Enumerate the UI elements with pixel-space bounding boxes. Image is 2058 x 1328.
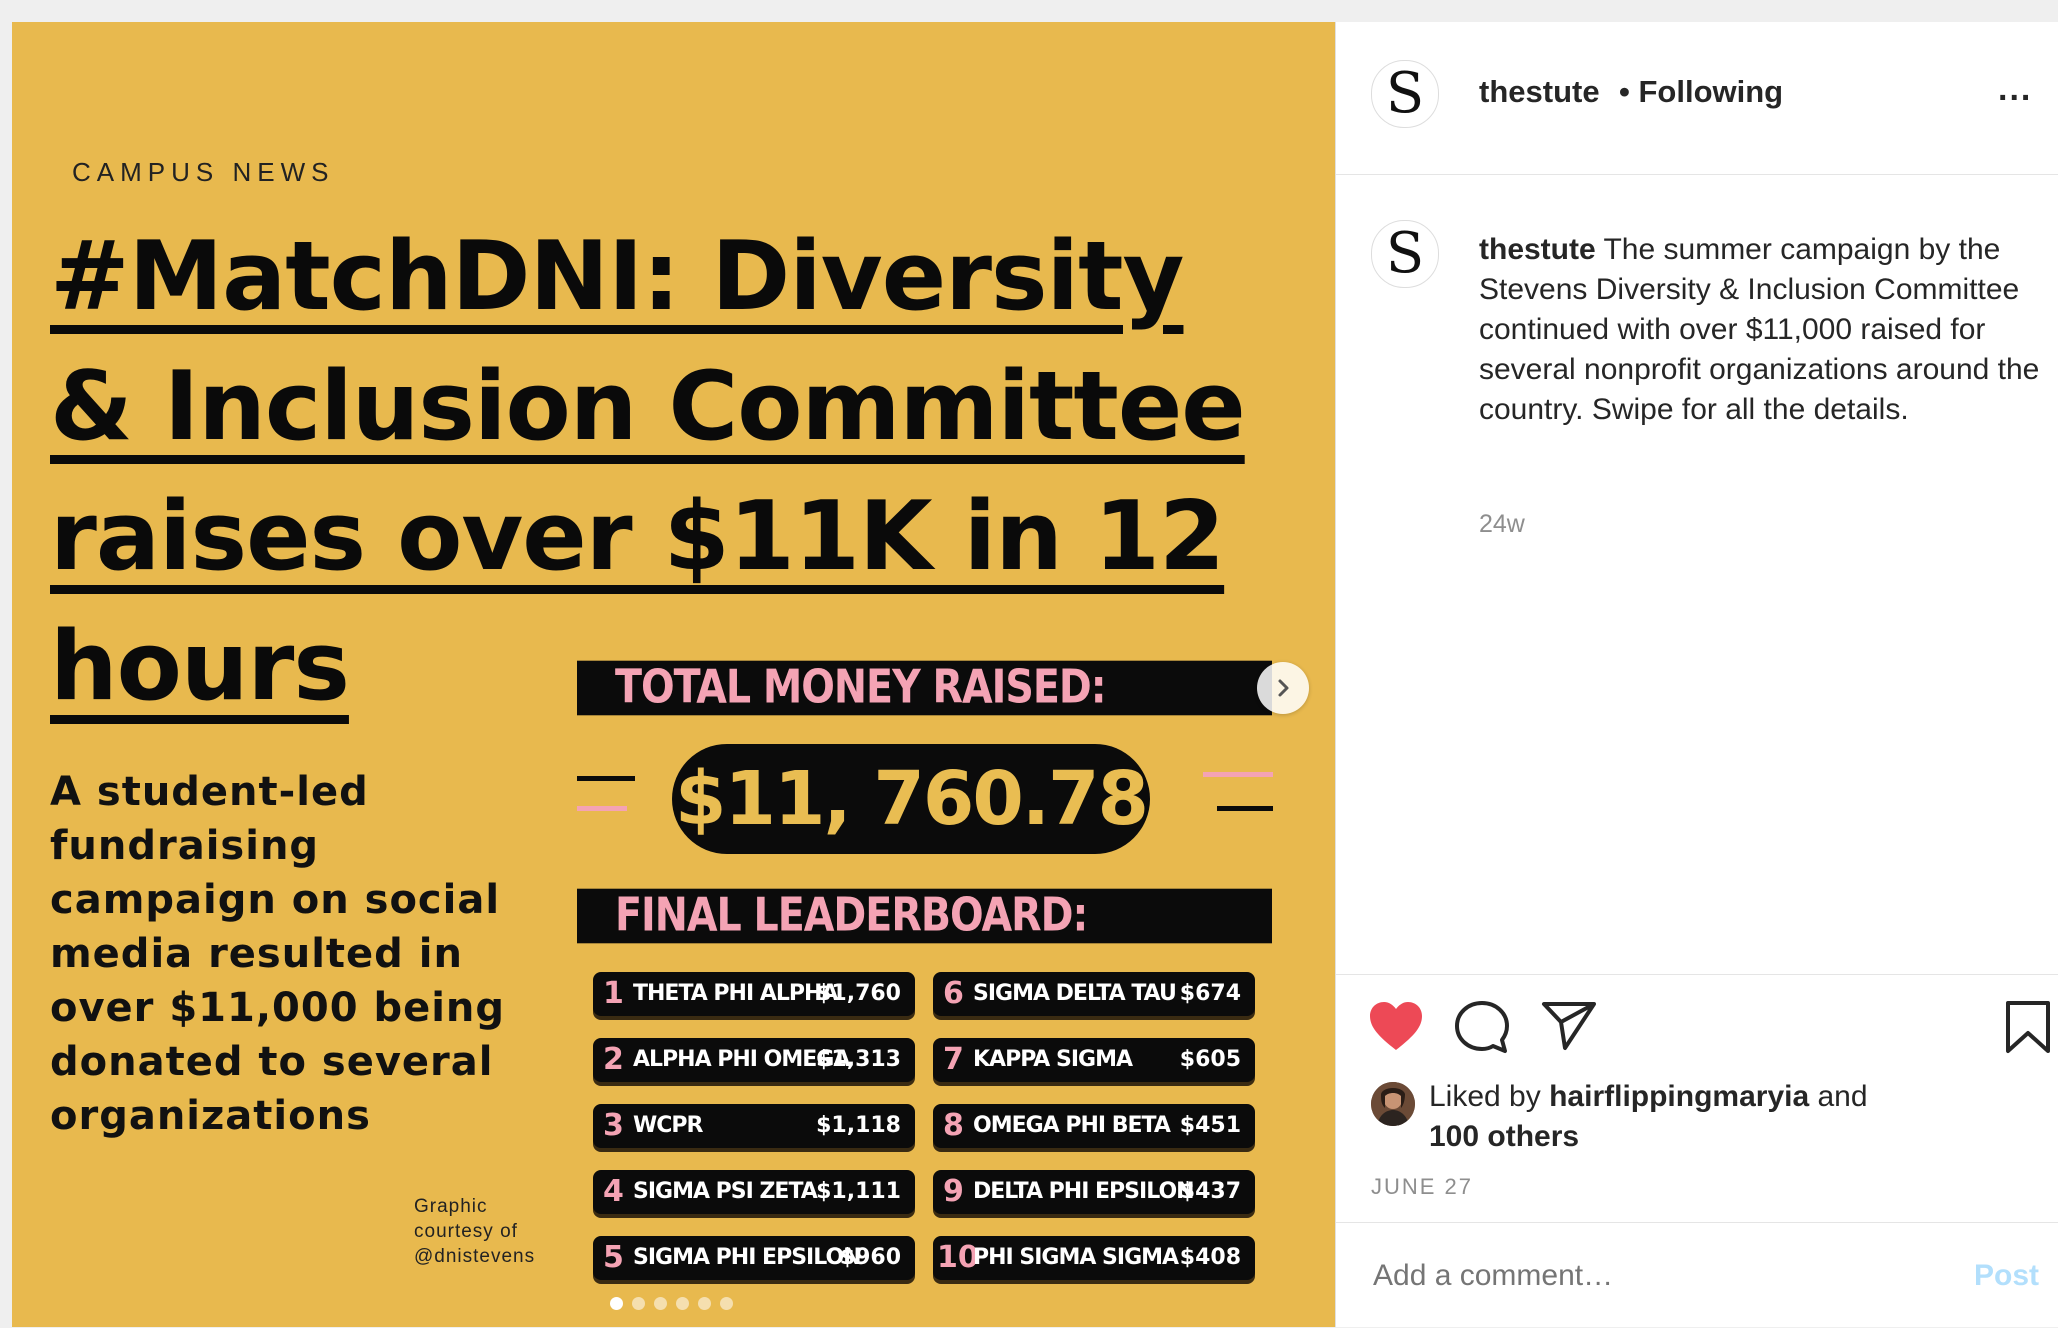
post-sidebar: S thestute • Following ... S thestute Th… [1335, 22, 2058, 1327]
leaderboard-row: 1 THETA PHI ALPHA $1,760 [593, 972, 915, 1016]
carousel-dot [610, 1297, 623, 1310]
rank-amount: $437 [1179, 1179, 1241, 1204]
rank-amount: $408 [1179, 1245, 1241, 1270]
carousel-dot [698, 1297, 711, 1310]
carousel-dot [654, 1297, 667, 1310]
comment-icon[interactable] [1454, 1000, 1510, 1054]
rank-amount: $451 [1179, 1113, 1241, 1138]
leaderboard-row: 10 PHI SIGMA SIGMA $408 [933, 1236, 1255, 1280]
post-header: S thestute • Following ... [1336, 22, 2058, 175]
rank-number: 8 [943, 1108, 964, 1143]
leaderboard-graphic: TOTAL MONEY RAISED: $11, 760.78 FINAL LE… [577, 632, 1273, 1292]
rank-amount: $960 [839, 1245, 901, 1270]
more-options-button[interactable]: ... [1998, 70, 2032, 109]
total-block: $11, 760.78 [577, 736, 1273, 856]
rank-name: SIGMA PSI ZETA [633, 1179, 818, 1204]
leaderboard-row: 6 SIGMA DELTA TAU $674 [933, 972, 1255, 1016]
leaderboard-label: FINAL LEADERBOARD: [577, 888, 1272, 944]
dash-decor [1217, 806, 1273, 811]
rank-name: OMEGA PHI BETA [973, 1113, 1171, 1138]
liked-by: Liked by hairflippingmaryia and 100 other… [1429, 1077, 2029, 1157]
carousel-dot [676, 1297, 689, 1310]
dash-decor [1203, 772, 1273, 777]
leaderboard-row: 3 WCPR $1,118 [593, 1104, 915, 1148]
leaderboard-row: 2 ALPHA PHI OMEGA $1,313 [593, 1038, 915, 1082]
header-username[interactable]: thestute [1479, 74, 1600, 110]
rank-name: PHI SIGMA SIGMA [973, 1245, 1179, 1270]
dash-decor [577, 806, 627, 811]
follow-status[interactable]: • Following [1619, 74, 1783, 110]
rank-number: 6 [943, 976, 964, 1011]
total-label: TOTAL MONEY RAISED: [577, 660, 1272, 716]
rank-name: THETA PHI ALPHA [633, 981, 838, 1006]
caption-avatar[interactable]: S [1371, 220, 1439, 288]
leaderboard-row: 4 SIGMA PSI ZETA $1,111 [593, 1170, 915, 1214]
graphic-credit: Graphic courtesy of @dnistevens [414, 1196, 536, 1267]
leaderboard-row: 7 KAPPA SIGMA $605 [933, 1038, 1255, 1082]
rank-name: SIGMA DELTA TAU [973, 981, 1177, 1006]
liked-prefix: Liked by [1429, 1080, 1541, 1113]
rank-name: WCPR [633, 1113, 703, 1138]
rank-name: KAPPA SIGMA [973, 1047, 1133, 1072]
liked-user[interactable]: hairflippingmaryia [1549, 1080, 1809, 1113]
liker-avatar[interactable] [1371, 1082, 1415, 1126]
rank-number: 3 [603, 1108, 624, 1143]
rank-amount: $674 [1179, 981, 1241, 1006]
rank-amount: $1,118 [816, 1113, 901, 1138]
liked-others[interactable]: 100 others [1429, 1120, 1579, 1153]
separator-dot: • [1619, 74, 1630, 109]
rank-number: 5 [603, 1240, 624, 1275]
rank-amount: $1,760 [816, 981, 901, 1006]
chevron-right-icon [1278, 679, 1289, 697]
kicker-label: CAMPUS NEWS [72, 157, 335, 187]
rank-number: 2 [603, 1042, 624, 1077]
post-comment-button[interactable]: Post [1974, 1259, 2039, 1293]
post-media[interactable]: CAMPUS NEWS #MatchDNI: Diversity & Inclu… [12, 22, 1335, 1327]
rank-number: 9 [943, 1174, 964, 1209]
comment-bar: Post [1336, 1222, 2058, 1328]
browser-top-strip [0, 0, 2058, 22]
post-date[interactable]: JUNE 27 [1371, 1174, 1473, 1200]
media-subtext: A student-led fundraising campaign on so… [50, 769, 506, 1139]
profile-avatar[interactable]: S [1371, 60, 1439, 128]
rank-name: SIGMA PHI EPSILON [633, 1245, 862, 1270]
carousel-next-button[interactable] [1257, 662, 1309, 714]
total-value: $11, 760.78 [672, 744, 1150, 854]
rank-amount: $1,111 [816, 1179, 901, 1204]
caption-age[interactable]: 24w [1479, 510, 1525, 539]
dash-decor [577, 776, 635, 781]
rank-amount: $1,313 [816, 1047, 901, 1072]
avatar-photo-icon [1371, 1082, 1415, 1126]
carousel-dot [632, 1297, 645, 1310]
leaderboard-row: 5 SIGMA PHI EPSILON $960 [593, 1236, 915, 1280]
comment-input[interactable] [1371, 1258, 1935, 1294]
rank-number: 4 [603, 1174, 624, 1209]
following-label: Following [1638, 74, 1784, 109]
leaderboard-row: 8 OMEGA PHI BETA $451 [933, 1104, 1255, 1148]
rank-number: 7 [943, 1042, 964, 1077]
bookmark-icon[interactable] [2004, 1000, 2052, 1054]
rank-amount: $605 [1179, 1047, 1241, 1072]
rank-number: 1 [603, 976, 624, 1011]
share-icon[interactable] [1541, 1000, 1597, 1052]
rank-name: DELTA PHI EPSILON [973, 1179, 1195, 1204]
post-caption: thestute The summer campaign by the Stev… [1479, 230, 2049, 430]
leaderboard-row: 9 DELTA PHI EPSILON $437 [933, 1170, 1255, 1214]
carousel-dot [720, 1297, 733, 1310]
liked-and: and [1817, 1080, 1868, 1113]
instagram-post: CAMPUS NEWS #MatchDNI: Diversity & Inclu… [12, 22, 2058, 1327]
caption-username[interactable]: thestute [1479, 233, 1596, 266]
heart-icon[interactable] [1368, 1000, 1424, 1052]
